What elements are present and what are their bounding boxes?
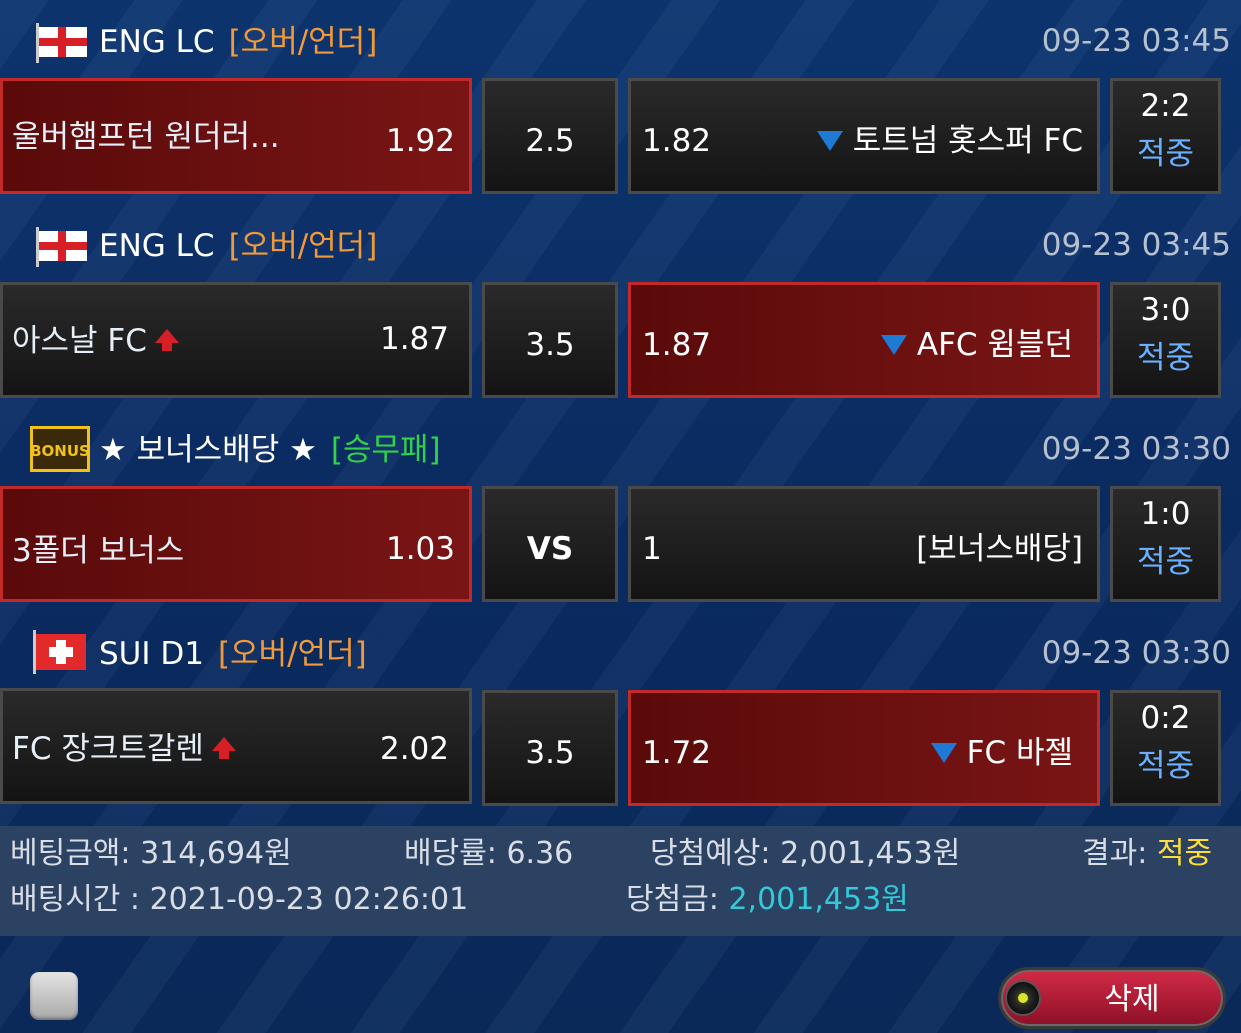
- up-arrow-icon: [153, 321, 181, 365]
- toggle-dot-icon: [1005, 980, 1041, 1016]
- england-flag-icon: [33, 21, 88, 63]
- away-bet-option[interactable]: 1.82 토트넘 홋스퍼 FC: [628, 78, 1100, 194]
- handicap-option[interactable]: 3.5: [482, 690, 618, 806]
- delete-button[interactable]: 삭제: [998, 967, 1226, 1029]
- away-team: FC 바젤: [929, 731, 1073, 777]
- match-header: BONUS ★ 보너스배당 ★ [승무패] 09-23 03:30: [0, 408, 1241, 484]
- match-header: SUI D1 [오버/언더] 09-23 03:30: [0, 612, 1241, 688]
- away-team-name: [보너스배당]: [916, 531, 1083, 567]
- up-arrow-icon: [210, 729, 238, 773]
- away-bet-option[interactable]: 1.87 AFC 윔블던: [628, 282, 1100, 398]
- select-checkbox[interactable]: [30, 972, 78, 1020]
- score: 1:0: [1140, 496, 1191, 532]
- down-arrow-icon: [815, 121, 845, 165]
- handicap-value: 3.5: [525, 735, 575, 771]
- match-time: 09-23 03:30: [1041, 635, 1231, 671]
- away-odds: 1: [642, 531, 662, 567]
- home-team: FC 장크트갈렌: [12, 727, 238, 773]
- score: 3:0: [1140, 292, 1191, 328]
- bet-amount: 베팅금액: 314,694원: [10, 836, 292, 871]
- match-header: ENG LC [오버/언더] 09-23 03:45: [0, 204, 1241, 280]
- match-card: ENG LC [오버/언더] 09-23 03:45 울버햄프턴 원더러... 1…: [0, 0, 1241, 204]
- handicap-value: VS: [526, 531, 574, 567]
- delete-label: 삭제: [1104, 982, 1160, 1017]
- score: 2:2: [1140, 88, 1191, 124]
- result-box: 2:2 적중: [1110, 78, 1221, 194]
- handicap-value: 2.5: [525, 123, 575, 159]
- league-name: ★ 보너스배당 ★ [승무패]: [99, 432, 441, 468]
- odds-rate: 배당률: 6.36: [404, 836, 574, 871]
- match-time: 09-23 03:45: [1041, 227, 1231, 263]
- switzerland-flag-icon: [30, 628, 88, 674]
- home-bet-option[interactable]: 아스날 FC 1.87: [0, 282, 472, 398]
- handicap-option[interactable]: VS: [482, 486, 618, 602]
- down-arrow-icon: [879, 325, 909, 369]
- away-odds: 1.87: [642, 327, 712, 363]
- league-name: SUI D1 [오버/언더]: [99, 636, 367, 672]
- result-box: 1:0 적중: [1110, 486, 1221, 602]
- away-odds: 1.82: [642, 123, 712, 159]
- svg-text:BONUS: BONUS: [30, 442, 90, 460]
- bonus-badge-icon: BONUS: [30, 426, 90, 472]
- bet-type: [오버/언더]: [228, 24, 378, 60]
- home-bet-option[interactable]: 울버햄프턴 원더러... 1.92: [0, 78, 472, 194]
- result-box: 3:0 적중: [1110, 282, 1221, 398]
- handicap-option[interactable]: 3.5: [482, 282, 618, 398]
- result-status: 적중: [1136, 748, 1195, 784]
- away-bet-option[interactable]: 1 [보너스배당]: [628, 486, 1100, 602]
- match-card: BONUS ★ 보너스배당 ★ [승무패] 09-23 03:30 3폴더 보너스…: [0, 408, 1241, 612]
- bet-time: 배팅시간 : 2021-09-23 02:26:01: [10, 882, 469, 917]
- bet-summary: 베팅금액: 314,694원 배당률: 6.36 당첨예상: 2,001,453…: [0, 826, 1241, 936]
- league-name: ENG LC [오버/언더]: [99, 24, 378, 60]
- home-odds: 2.02: [379, 731, 449, 767]
- result-status: 적중: [1136, 136, 1195, 172]
- result-status: 적중: [1136, 340, 1195, 376]
- handicap-value: 3.5: [525, 327, 575, 363]
- home-team: 아스날 FC: [12, 319, 181, 365]
- away-odds: 1.72: [642, 735, 712, 771]
- home-odds: 1.87: [379, 321, 449, 357]
- result: 결과: 적중: [1082, 836, 1213, 871]
- home-bet-option[interactable]: 3폴더 보너스 1.03: [0, 486, 472, 602]
- away-team: 토트넘 홋스퍼 FC: [815, 119, 1083, 165]
- down-arrow-icon: [929, 733, 959, 777]
- home-team-name: 울버햄프턴 원더러...: [12, 119, 280, 155]
- handicap-option[interactable]: 2.5: [482, 78, 618, 194]
- result-status: 적중: [1136, 544, 1195, 580]
- home-odds: 1.03: [385, 531, 455, 567]
- league-name: ENG LC [오버/언더]: [99, 228, 378, 264]
- match-time: 09-23 03:30: [1041, 431, 1231, 467]
- bet-type: [승무패]: [330, 432, 441, 468]
- england-flag-icon: [33, 225, 88, 267]
- win-amount: 당첨금: 2,001,453원: [626, 882, 909, 917]
- away-bet-option[interactable]: 1.72 FC 바젤: [628, 690, 1100, 806]
- match-header: ENG LC [오버/언더] 09-23 03:45: [0, 0, 1241, 76]
- expected-win: 당첨예상: 2,001,453원: [650, 836, 961, 871]
- away-team: AFC 윔블던: [879, 323, 1073, 369]
- match-card: SUI D1 [오버/언더] 09-23 03:30 FC 장크트갈렌 2.02 …: [0, 612, 1241, 816]
- home-odds: 1.92: [385, 123, 455, 159]
- match-card: ENG LC [오버/언더] 09-23 03:45 아스날 FC 1.87 3.…: [0, 204, 1241, 408]
- bet-type: [오버/언더]: [228, 228, 378, 264]
- home-bet-option[interactable]: FC 장크트갈렌 2.02: [0, 688, 472, 804]
- result-box: 0:2 적중: [1110, 690, 1221, 806]
- match-time: 09-23 03:45: [1041, 23, 1231, 59]
- home-team-name: 3폴더 보너스: [12, 533, 185, 569]
- score: 0:2: [1140, 700, 1191, 736]
- bet-type: [오버/언더]: [217, 636, 367, 672]
